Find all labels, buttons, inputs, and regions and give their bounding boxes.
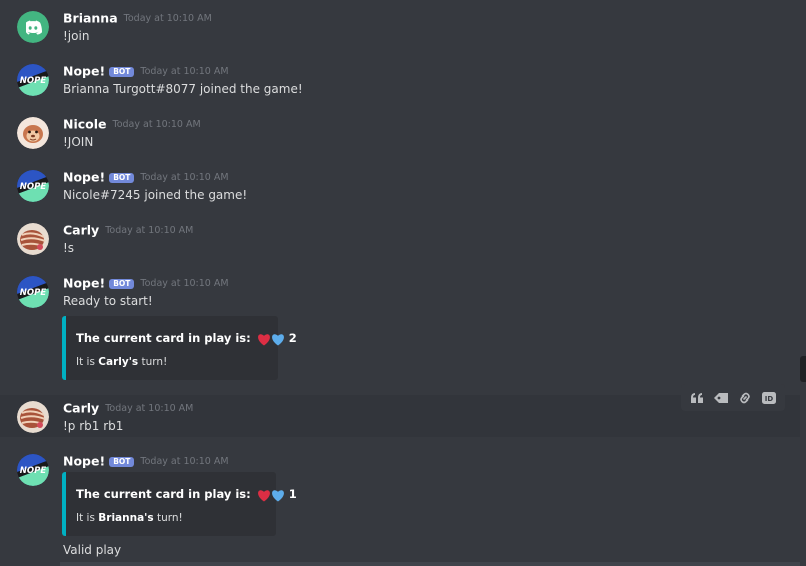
blue-heart-icon — [271, 333, 284, 345]
message: NOPE Nope! BOT Today at 10:10 AM Ready to … — [0, 273, 800, 385]
scrollbar-thumb[interactable] — [800, 356, 806, 382]
message-timestamp: Today at 10:10 AM — [105, 402, 194, 414]
chat-messages: Brianna Today at 10:10 AM !join NOPE Nope… — [0, 0, 806, 566]
message-author[interactable]: Carly — [63, 223, 99, 238]
message-content: Nicole#7245 joined the game! — [63, 188, 248, 202]
current-player: Carly's — [98, 356, 139, 368]
message-author[interactable]: Nope! — [63, 276, 105, 291]
message-timestamp: Today at 10:10 AM — [140, 171, 229, 183]
nope-bot-avatar[interactable]: NOPE — [17, 170, 49, 202]
svg-text:NOPE: NOPE — [20, 76, 47, 86]
message: NOPE Nope! BOT Today at 10:10 AM The curre… — [0, 451, 800, 563]
message-timestamp: Today at 10:10 AM — [140, 277, 229, 289]
message-timestamp: Today at 10:10 AM — [105, 224, 194, 236]
message: Brianna Today at 10:10 AM !join — [0, 8, 800, 50]
embed-description: It is Brianna's turn! — [76, 512, 183, 524]
pokemon-icon — [17, 401, 49, 433]
tag-button[interactable] — [710, 387, 732, 409]
message-author[interactable]: Nope! — [63, 454, 105, 469]
message-input-edge — [60, 562, 800, 566]
bot-tag: BOT — [109, 278, 135, 289]
cartoon-face-icon — [17, 117, 49, 149]
copy-id-icon: ID — [762, 391, 776, 404]
cartoon-face-avatar[interactable] — [17, 117, 49, 149]
nope-bot-avatar[interactable]: NOPE — [17, 276, 49, 308]
message: Carly Today at 10:10 AM !p rb1 rb1 — [0, 395, 800, 437]
pokemon-avatar[interactable] — [17, 401, 49, 433]
nope-logo-icon: NOPE — [17, 454, 49, 486]
message-content: Brianna Turgott#8077 joined the game! — [63, 82, 303, 96]
current-player: Brianna's — [98, 512, 154, 524]
message-content: !p rb1 rb1 — [63, 419, 124, 433]
message-timestamp: Today at 10:10 AM — [140, 65, 229, 77]
red-heart-icon — [257, 333, 270, 345]
embed-title: The current card in play is: 2 — [76, 331, 297, 345]
embed-title: The current card in play is: 1 — [76, 487, 297, 501]
card-value: 2 — [288, 331, 297, 345]
message-timestamp: Today at 10:10 AM — [140, 455, 229, 467]
message-content: !s — [63, 241, 75, 255]
message-author[interactable]: Nicole — [63, 117, 107, 132]
tag-icon — [714, 392, 728, 403]
message-author[interactable]: Nope! — [63, 64, 105, 79]
bot-tag: BOT — [109, 456, 135, 467]
message: Carly Today at 10:10 AM !s — [0, 220, 800, 262]
bot-tag: BOT — [109, 172, 135, 183]
bot-tag: BOT — [109, 66, 135, 77]
message-author[interactable]: Brianna — [63, 11, 118, 26]
svg-text:NOPE: NOPE — [20, 466, 47, 476]
embed-description: It is Carly's turn! — [76, 356, 168, 368]
link-icon — [740, 392, 750, 403]
quote-button[interactable] — [686, 387, 708, 409]
discord-logo-icon — [17, 11, 49, 43]
card-embed: The current card in play is: 2 It is Car… — [62, 316, 297, 380]
message-timestamp: Today at 10:10 AM — [123, 12, 212, 24]
nope-logo-icon: NOPE — [17, 170, 49, 202]
nope-bot-avatar[interactable]: NOPE — [17, 454, 49, 486]
card-value: 1 — [288, 487, 297, 501]
svg-text:ID: ID — [765, 395, 774, 403]
copy-id-button[interactable]: ID — [758, 387, 780, 409]
message: NOPE Nope! BOT Today at 10:10 AM Nicole#72… — [0, 167, 800, 209]
message-content: !JOIN — [63, 135, 94, 149]
message-actions-toolbar: ID — [681, 384, 785, 411]
message-content: !join — [63, 29, 90, 43]
nope-logo-icon: NOPE — [17, 276, 49, 308]
quote-icon — [691, 392, 703, 403]
message: Nicole Today at 10:10 AM !JOIN — [0, 114, 800, 156]
discord-logo-avatar[interactable] — [17, 11, 49, 43]
svg-text:NOPE: NOPE — [20, 182, 47, 192]
red-heart-icon — [257, 489, 270, 501]
blue-heart-icon — [271, 489, 284, 501]
pokemon-icon — [17, 223, 49, 255]
nope-bot-avatar[interactable]: NOPE — [17, 64, 49, 96]
message-timestamp: Today at 10:10 AM — [112, 118, 201, 130]
card-embed: The current card in play is: 1 It is Bri… — [62, 472, 297, 536]
message-author[interactable]: Nope! — [63, 170, 105, 185]
message-author[interactable]: Carly — [63, 401, 99, 416]
copy-link-button[interactable] — [734, 387, 756, 409]
message-content: Valid play — [63, 543, 122, 557]
pokemon-avatar[interactable] — [17, 223, 49, 255]
nope-logo-icon: NOPE — [17, 64, 49, 96]
svg-text:NOPE: NOPE — [20, 288, 47, 298]
message-content: Ready to start! — [63, 294, 153, 308]
message: NOPE Nope! BOT Today at 10:10 AM Brianna T… — [0, 61, 800, 103]
